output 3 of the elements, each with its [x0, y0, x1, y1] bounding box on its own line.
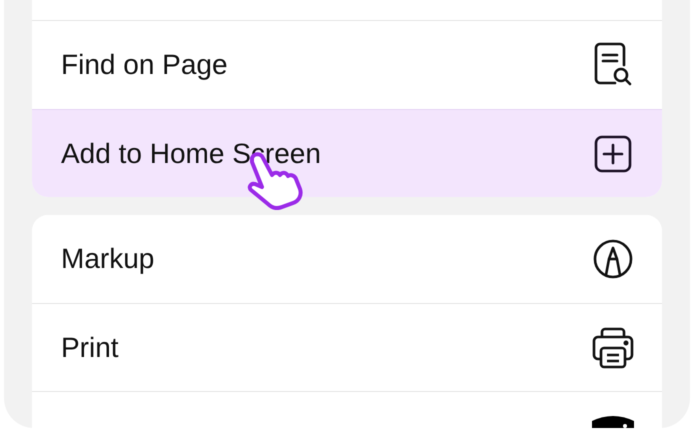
- menu-item-label: Find on Page: [61, 49, 228, 81]
- menu-item-label: Print: [61, 332, 119, 364]
- menu-item-label: Markup: [61, 243, 154, 275]
